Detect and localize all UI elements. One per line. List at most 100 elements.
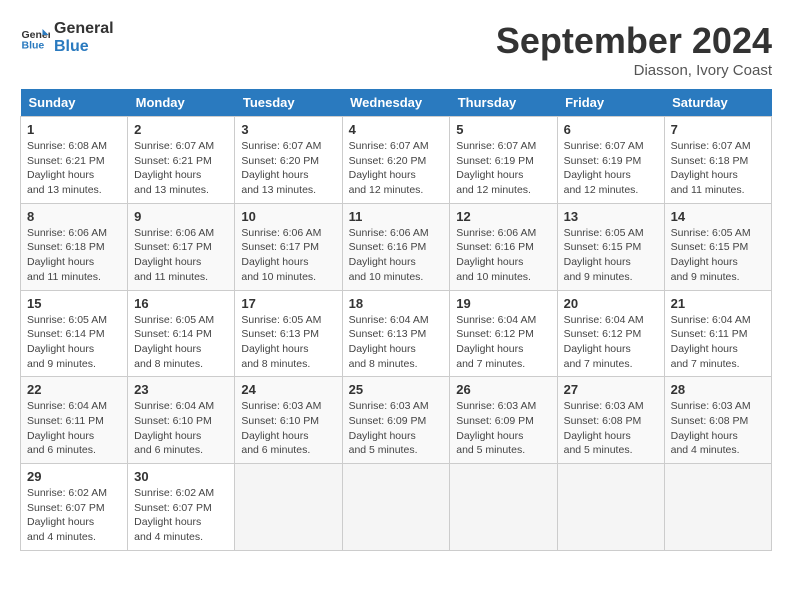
day-info: Sunrise: 6:02 AM Sunset: 6:07 PM Dayligh… <box>134 486 228 545</box>
day-info: Sunrise: 6:04 AM Sunset: 6:12 PM Dayligh… <box>456 313 550 372</box>
day-info: Sunrise: 6:03 AM Sunset: 6:09 PM Dayligh… <box>456 399 550 458</box>
day-number: 26 <box>456 382 550 397</box>
calendar-cell: 15 Sunrise: 6:05 AM Sunset: 6:14 PM Dayl… <box>21 290 128 377</box>
day-number: 1 <box>27 122 121 137</box>
title-block: September 2024 Diasson, Ivory Coast <box>496 20 772 79</box>
calendar-cell: 17 Sunrise: 6:05 AM Sunset: 6:13 PM Dayl… <box>235 290 342 377</box>
calendar-cell: 23 Sunrise: 6:04 AM Sunset: 6:10 PM Dayl… <box>128 377 235 464</box>
calendar-cell: 27 Sunrise: 6:03 AM Sunset: 6:08 PM Dayl… <box>557 377 664 464</box>
day-info: Sunrise: 6:05 AM Sunset: 6:14 PM Dayligh… <box>134 313 228 372</box>
calendar-cell: 24 Sunrise: 6:03 AM Sunset: 6:10 PM Dayl… <box>235 377 342 464</box>
col-friday: Friday <box>557 89 664 117</box>
day-number: 2 <box>134 122 228 137</box>
calendar-cell: 11 Sunrise: 6:06 AM Sunset: 6:16 PM Dayl… <box>342 203 450 290</box>
day-info: Sunrise: 6:05 AM Sunset: 6:15 PM Dayligh… <box>671 226 765 285</box>
calendar-cell: 10 Sunrise: 6:06 AM Sunset: 6:17 PM Dayl… <box>235 203 342 290</box>
location-subtitle: Diasson, Ivory Coast <box>496 62 772 79</box>
day-number: 14 <box>671 209 765 224</box>
day-info: Sunrise: 6:03 AM Sunset: 6:09 PM Dayligh… <box>349 399 444 458</box>
day-number: 5 <box>456 122 550 137</box>
day-number: 9 <box>134 209 228 224</box>
calendar-cell: 4 Sunrise: 6:07 AM Sunset: 6:20 PM Dayli… <box>342 117 450 204</box>
day-number: 28 <box>671 382 765 397</box>
day-info: Sunrise: 6:06 AM Sunset: 6:16 PM Dayligh… <box>456 226 550 285</box>
calendar-cell <box>450 464 557 551</box>
day-number: 12 <box>456 209 550 224</box>
calendar-cell: 21 Sunrise: 6:04 AM Sunset: 6:11 PM Dayl… <box>664 290 771 377</box>
calendar-cell <box>342 464 450 551</box>
day-info: Sunrise: 6:03 AM Sunset: 6:08 PM Dayligh… <box>564 399 658 458</box>
calendar-cell: 19 Sunrise: 6:04 AM Sunset: 6:12 PM Dayl… <box>450 290 557 377</box>
calendar-row: 1 Sunrise: 6:08 AM Sunset: 6:21 PM Dayli… <box>21 117 772 204</box>
calendar-cell: 18 Sunrise: 6:04 AM Sunset: 6:13 PM Dayl… <box>342 290 450 377</box>
calendar-cell: 29 Sunrise: 6:02 AM Sunset: 6:07 PM Dayl… <box>21 464 128 551</box>
day-number: 11 <box>349 209 444 224</box>
calendar-cell: 14 Sunrise: 6:05 AM Sunset: 6:15 PM Dayl… <box>664 203 771 290</box>
day-number: 30 <box>134 469 228 484</box>
svg-text:Blue: Blue <box>22 39 45 51</box>
day-number: 4 <box>349 122 444 137</box>
col-saturday: Saturday <box>664 89 771 117</box>
day-info: Sunrise: 6:06 AM Sunset: 6:17 PM Dayligh… <box>134 226 228 285</box>
col-monday: Monday <box>128 89 235 117</box>
logo: General Blue General Blue <box>20 20 114 55</box>
calendar-cell: 7 Sunrise: 6:07 AM Sunset: 6:18 PM Dayli… <box>664 117 771 204</box>
day-number: 23 <box>134 382 228 397</box>
day-number: 15 <box>27 296 121 311</box>
calendar-cell: 25 Sunrise: 6:03 AM Sunset: 6:09 PM Dayl… <box>342 377 450 464</box>
day-info: Sunrise: 6:07 AM Sunset: 6:19 PM Dayligh… <box>564 139 658 198</box>
day-info: Sunrise: 6:06 AM Sunset: 6:17 PM Dayligh… <box>241 226 335 285</box>
day-info: Sunrise: 6:08 AM Sunset: 6:21 PM Dayligh… <box>27 139 121 198</box>
col-thursday: Thursday <box>450 89 557 117</box>
day-number: 16 <box>134 296 228 311</box>
calendar-row: 8 Sunrise: 6:06 AM Sunset: 6:18 PM Dayli… <box>21 203 772 290</box>
day-info: Sunrise: 6:07 AM Sunset: 6:20 PM Dayligh… <box>349 139 444 198</box>
calendar-row: 22 Sunrise: 6:04 AM Sunset: 6:11 PM Dayl… <box>21 377 772 464</box>
calendar-cell: 13 Sunrise: 6:05 AM Sunset: 6:15 PM Dayl… <box>557 203 664 290</box>
calendar-cell: 9 Sunrise: 6:06 AM Sunset: 6:17 PM Dayli… <box>128 203 235 290</box>
day-number: 6 <box>564 122 658 137</box>
day-number: 24 <box>241 382 335 397</box>
calendar-cell <box>235 464 342 551</box>
calendar-table: Sunday Monday Tuesday Wednesday Thursday… <box>20 89 772 551</box>
calendar-cell: 5 Sunrise: 6:07 AM Sunset: 6:19 PM Dayli… <box>450 117 557 204</box>
day-info: Sunrise: 6:06 AM Sunset: 6:18 PM Dayligh… <box>27 226 121 285</box>
day-number: 20 <box>564 296 658 311</box>
calendar-cell: 3 Sunrise: 6:07 AM Sunset: 6:20 PM Dayli… <box>235 117 342 204</box>
day-number: 7 <box>671 122 765 137</box>
day-number: 27 <box>564 382 658 397</box>
day-number: 25 <box>349 382 444 397</box>
day-number: 17 <box>241 296 335 311</box>
day-number: 8 <box>27 209 121 224</box>
col-tuesday: Tuesday <box>235 89 342 117</box>
day-number: 21 <box>671 296 765 311</box>
day-info: Sunrise: 6:03 AM Sunset: 6:10 PM Dayligh… <box>241 399 335 458</box>
day-info: Sunrise: 6:03 AM Sunset: 6:08 PM Dayligh… <box>671 399 765 458</box>
day-info: Sunrise: 6:07 AM Sunset: 6:21 PM Dayligh… <box>134 139 228 198</box>
day-info: Sunrise: 6:06 AM Sunset: 6:16 PM Dayligh… <box>349 226 444 285</box>
day-number: 19 <box>456 296 550 311</box>
col-wednesday: Wednesday <box>342 89 450 117</box>
day-info: Sunrise: 6:04 AM Sunset: 6:11 PM Dayligh… <box>671 313 765 372</box>
calendar-cell: 30 Sunrise: 6:02 AM Sunset: 6:07 PM Dayl… <box>128 464 235 551</box>
calendar-cell: 28 Sunrise: 6:03 AM Sunset: 6:08 PM Dayl… <box>664 377 771 464</box>
calendar-cell <box>557 464 664 551</box>
day-number: 3 <box>241 122 335 137</box>
day-info: Sunrise: 6:04 AM Sunset: 6:10 PM Dayligh… <box>134 399 228 458</box>
day-number: 29 <box>27 469 121 484</box>
day-info: Sunrise: 6:04 AM Sunset: 6:13 PM Dayligh… <box>349 313 444 372</box>
month-title: September 2024 <box>496 20 772 62</box>
day-info: Sunrise: 6:07 AM Sunset: 6:18 PM Dayligh… <box>671 139 765 198</box>
day-info: Sunrise: 6:05 AM Sunset: 6:13 PM Dayligh… <box>241 313 335 372</box>
logo-icon: General Blue <box>20 23 50 53</box>
calendar-cell: 12 Sunrise: 6:06 AM Sunset: 6:16 PM Dayl… <box>450 203 557 290</box>
day-info: Sunrise: 6:04 AM Sunset: 6:12 PM Dayligh… <box>564 313 658 372</box>
day-info: Sunrise: 6:07 AM Sunset: 6:19 PM Dayligh… <box>456 139 550 198</box>
calendar-cell: 8 Sunrise: 6:06 AM Sunset: 6:18 PM Dayli… <box>21 203 128 290</box>
calendar-row: 15 Sunrise: 6:05 AM Sunset: 6:14 PM Dayl… <box>21 290 772 377</box>
day-info: Sunrise: 6:05 AM Sunset: 6:14 PM Dayligh… <box>27 313 121 372</box>
day-info: Sunrise: 6:04 AM Sunset: 6:11 PM Dayligh… <box>27 399 121 458</box>
logo-line2: Blue <box>54 38 114 56</box>
page-header: General Blue General Blue September 2024… <box>20 20 772 79</box>
calendar-cell <box>664 464 771 551</box>
